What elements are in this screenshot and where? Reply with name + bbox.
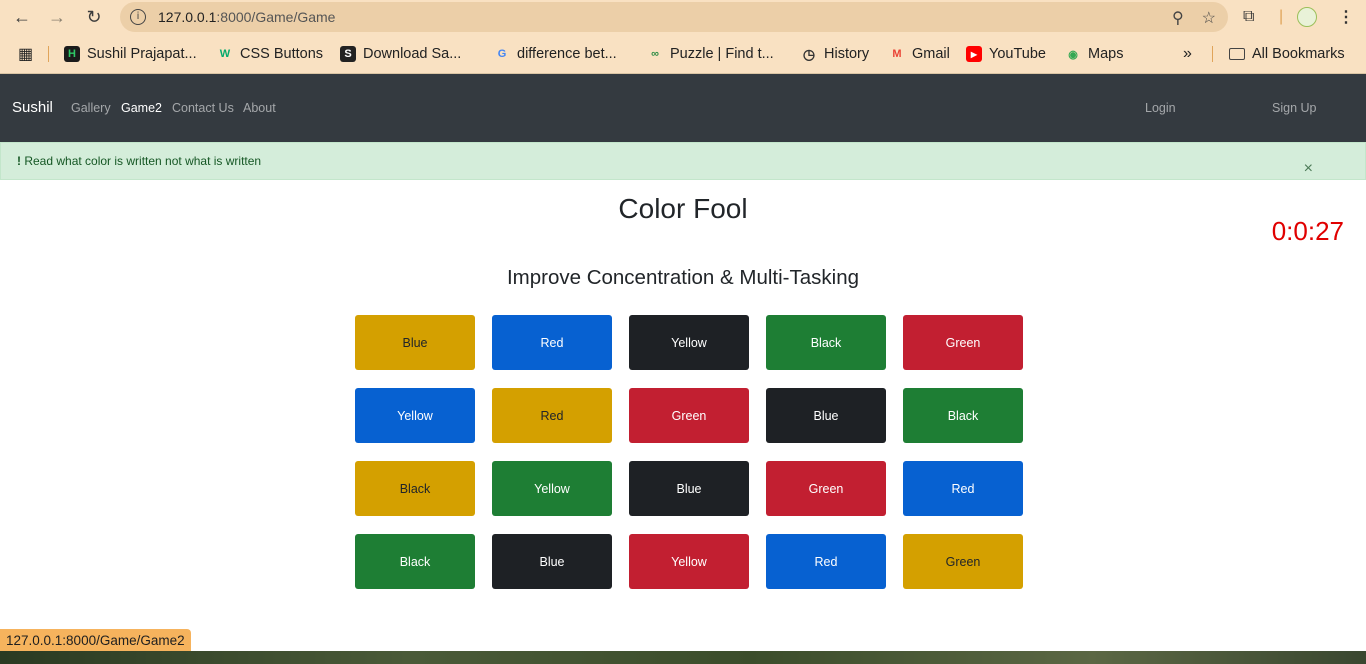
bookmark-label: History (824, 46, 870, 62)
color-tile-grid: Blue Red Yellow Black Green Yellow Red Green Blu… (355, 315, 1025, 589)
apps-grid-icon[interactable]: ▦ (18, 44, 33, 64)
bookmarks-bar: ▦ H Sushil Prajapat... W CSS Buttons S Down… (0, 34, 1366, 74)
signup-link[interactable]: Sign Up (1272, 101, 1316, 115)
bookmark-item[interactable]: M Gmail (889, 44, 950, 64)
gfg-icon: ∞ (651, 48, 659, 60)
w3-icon: W (219, 48, 231, 60)
color-tile-button[interactable]: Black (355, 461, 475, 516)
toolbar-divider: | (1279, 8, 1284, 25)
bookmark-item[interactable]: ◉ Maps (1065, 44, 1123, 64)
color-tile-button[interactable]: Green (903, 315, 1023, 370)
navbar-brand[interactable]: Sushil (12, 99, 53, 116)
google-icon: G (497, 48, 507, 60)
nav-link-game2[interactable]: Game2 (121, 101, 162, 115)
forward-arrow-icon[interactable]: → (45, 5, 69, 29)
color-tile-button[interactable]: Green (629, 388, 749, 443)
nav-link-contact-us[interactable]: Contact Us (172, 101, 234, 115)
bookmark-label: CSS Buttons (240, 46, 324, 62)
nav-link-about[interactable]: About (243, 101, 276, 115)
browser-toolbar: ← → ↻ i 127.0.0.1:8000/Game/Game ⚲ ☆ ⧉ |… (0, 0, 1366, 34)
color-tile-button[interactable]: Red (492, 315, 612, 370)
color-tile-button[interactable]: Yellow (629, 315, 749, 370)
hackerrank-icon: H (64, 46, 80, 62)
color-tile-button[interactable]: Yellow (355, 388, 475, 443)
color-tile-button[interactable]: Black (355, 534, 475, 589)
more-bookmarks-chevron-icon[interactable]: » (1183, 44, 1192, 64)
all-bookmarks-label: All Bookmarks (1252, 46, 1345, 62)
color-tile-button[interactable]: Green (766, 461, 886, 516)
s-logo-icon: S (340, 46, 356, 62)
bookmark-label: Maps (1088, 46, 1124, 62)
bookmark-item[interactable]: S Download Sa... (340, 44, 461, 64)
youtube-icon: ▶ (966, 46, 982, 62)
color-tile-button[interactable]: Blue (355, 315, 475, 370)
color-tile-button[interactable]: Blue (629, 461, 749, 516)
color-tile-button[interactable]: Black (903, 388, 1023, 443)
reload-icon[interactable]: ↻ (82, 5, 106, 29)
site-navbar: Sushil Gallery Game2 Contact Us About Lo… (0, 74, 1366, 142)
zoom-icon[interactable]: ⚲ (1172, 8, 1184, 28)
alert-text: Read what color is written not what is w… (21, 154, 262, 168)
color-tile-button[interactable]: Red (766, 534, 886, 589)
url-host: 127.0.0.1 (158, 9, 217, 25)
bookmark-label: Download Sa... (363, 46, 462, 62)
bookmark-item[interactable]: H Sushil Prajapat... (64, 44, 197, 64)
extensions-icon[interactable]: ⧉ (1243, 5, 1254, 29)
bookmark-label: YouTube (989, 46, 1046, 62)
address-url[interactable]: 127.0.0.1:8000/Game/Game (158, 9, 335, 25)
maps-icon: ◉ (1068, 48, 1078, 61)
login-link[interactable]: Login (1145, 101, 1176, 115)
info-alert: ! Read what color is written not what is… (0, 142, 1366, 180)
color-tile-button[interactable]: Black (766, 315, 886, 370)
bookmark-label: Sushil Prajapat... (87, 46, 197, 62)
nav-link-gallery[interactable]: Gallery (71, 101, 111, 115)
bookmark-label: Gmail (912, 46, 950, 62)
game-timer: 0:0:27 (1271, 216, 1344, 246)
color-tile-button[interactable]: Blue (492, 534, 612, 589)
close-icon[interactable]: × (1304, 161, 1313, 177)
color-tile-button[interactable]: Green (903, 534, 1023, 589)
url-path: :8000/Game/Game (216, 9, 336, 25)
color-tile-button[interactable]: Yellow (629, 534, 749, 589)
bookmark-item[interactable]: Gdifference bet... (494, 44, 617, 64)
bookmarks-divider (1212, 46, 1213, 62)
alert-message: ! Read what color is written not what is… (17, 154, 261, 168)
gmail-icon: M (892, 48, 902, 60)
bookmark-item[interactable]: W CSS Buttons (217, 44, 323, 64)
menu-kebab-icon[interactable]: ⋮ (1338, 5, 1354, 29)
all-bookmarks-folder[interactable]: All Bookmarks (1229, 44, 1345, 64)
back-arrow-icon[interactable]: ← (10, 5, 34, 29)
profile-avatar-icon[interactable] (1297, 5, 1317, 29)
color-tile-button[interactable]: Yellow (492, 461, 612, 516)
bookmark-label: Puzzle | Find t... (670, 46, 774, 62)
link-status-bar: 127.0.0.1:8000/Game/Game2 (0, 629, 191, 651)
bookmark-star-icon[interactable]: ☆ (1202, 8, 1216, 28)
bookmark-item[interactable]: ▶ YouTube (966, 44, 1046, 64)
desktop-taskbar (0, 651, 1366, 664)
bookmarks-divider (48, 46, 49, 62)
site-info-icon[interactable]: i (130, 9, 146, 25)
address-bar[interactable]: i 127.0.0.1:8000/Game/Game ⚲ ☆ (120, 2, 1228, 32)
folder-icon (1229, 48, 1245, 60)
bookmark-item[interactable]: ∞ Puzzle | Find t... (647, 44, 774, 64)
bookmark-label: difference bet... (517, 46, 617, 62)
bookmark-item[interactable]: ◷ History (801, 44, 869, 64)
history-icon: ◷ (802, 45, 816, 62)
page-subtitle: Improve Concentration & Multi-Tasking (506, 266, 860, 289)
color-tile-button[interactable]: Red (492, 388, 612, 443)
color-tile-button[interactable]: Red (903, 461, 1023, 516)
page-title: Color Fool (618, 193, 748, 224)
color-tile-button[interactable]: Blue (766, 388, 886, 443)
